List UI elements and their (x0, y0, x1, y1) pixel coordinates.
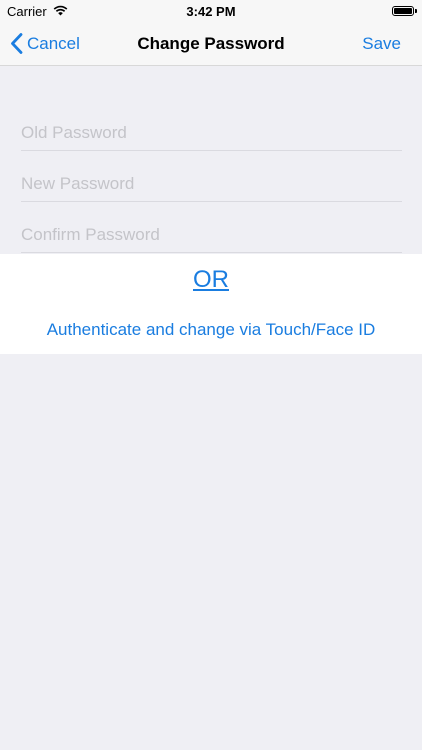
status-bar: Carrier 3:42 PM (0, 0, 422, 22)
old-password-row (21, 100, 402, 151)
alternative-auth-panel: OR Authenticate and change via Touch/Fac… (0, 254, 422, 354)
status-time: 3:42 PM (186, 4, 236, 19)
old-password-field[interactable] (21, 116, 402, 150)
battery-tip (415, 9, 417, 13)
confirm-password-field[interactable] (21, 218, 402, 252)
navigation-bar: Cancel Change Password Save (0, 22, 422, 66)
page-title: Change Password (137, 34, 285, 53)
password-form (21, 100, 402, 253)
new-password-row (21, 151, 402, 202)
confirm-password-row (21, 202, 402, 253)
save-button[interactable]: Save (362, 22, 401, 65)
battery-fill (394, 8, 412, 14)
touch-face-id-button[interactable]: Authenticate and change via Touch/Face I… (0, 320, 422, 340)
or-link[interactable]: OR (0, 266, 422, 294)
new-password-field[interactable] (21, 167, 402, 201)
battery-icon (392, 6, 414, 16)
